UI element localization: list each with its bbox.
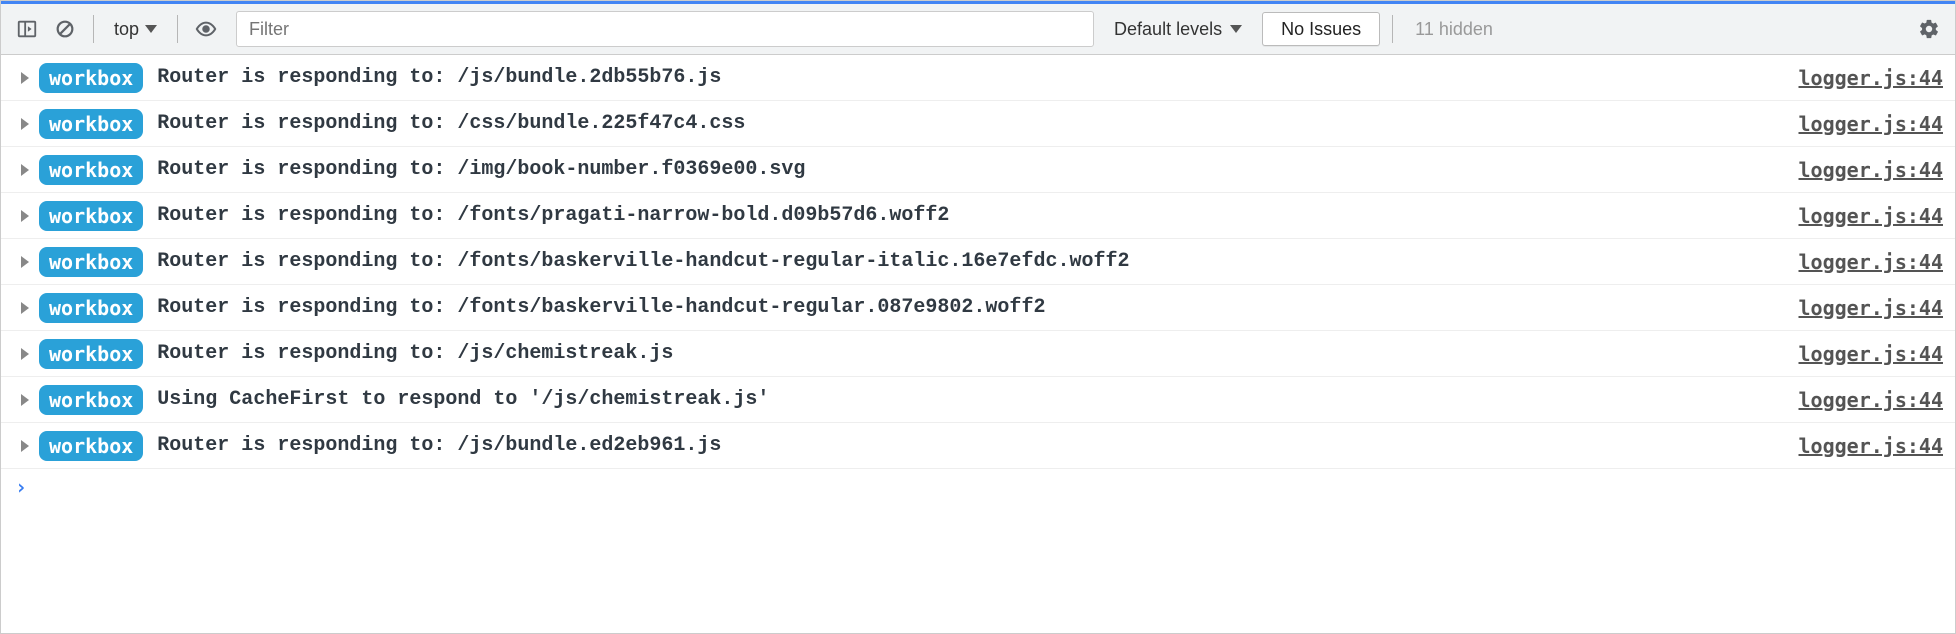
expand-triangle-icon[interactable] — [21, 256, 29, 268]
source-link[interactable]: logger.js:44 — [1799, 250, 1944, 274]
chevron-down-icon — [145, 25, 157, 33]
log-message: Using CacheFirst to respond to '/js/chem… — [157, 388, 1798, 411]
expand-triangle-icon[interactable] — [21, 394, 29, 406]
log-message: Router is responding to: /css/bundle.225… — [157, 112, 1798, 135]
console-settings-button[interactable] — [1913, 13, 1945, 45]
toolbar-divider — [177, 15, 178, 43]
expand-triangle-icon[interactable] — [21, 164, 29, 176]
chevron-down-icon — [1230, 25, 1242, 33]
workbox-badge: workbox — [39, 293, 143, 323]
workbox-badge: workbox — [39, 201, 143, 231]
clear-console-button[interactable] — [49, 13, 81, 45]
source-link[interactable]: logger.js:44 — [1799, 66, 1944, 90]
context-label: top — [114, 19, 139, 40]
expand-triangle-icon[interactable] — [21, 118, 29, 130]
source-link[interactable]: logger.js:44 — [1799, 112, 1944, 136]
console-log-row: workbox Using CacheFirst to respond to '/… — [1, 377, 1955, 423]
source-link[interactable]: logger.js:44 — [1799, 434, 1944, 458]
prompt-caret-icon: › — [15, 475, 27, 499]
source-link[interactable]: logger.js:44 — [1799, 296, 1944, 320]
filter-input[interactable] — [236, 11, 1094, 47]
hidden-messages-count[interactable]: 11 hidden — [1405, 19, 1503, 40]
console-prompt[interactable]: › — [1, 469, 1955, 505]
workbox-badge: workbox — [39, 247, 143, 277]
expand-triangle-icon[interactable] — [21, 348, 29, 360]
console-log-row: workbox Router is responding to: /fonts/b… — [1, 285, 1955, 331]
console-log-row: workbox Router is responding to: /css/bun… — [1, 101, 1955, 147]
console-log-row: workbox Router is responding to: /js/bund… — [1, 423, 1955, 469]
expand-triangle-icon[interactable] — [21, 210, 29, 222]
execution-context-selector[interactable]: top — [106, 19, 165, 40]
console-log-row: workbox Router is responding to: /fonts/b… — [1, 239, 1955, 285]
toolbar-divider — [93, 15, 94, 43]
source-link[interactable]: logger.js:44 — [1799, 158, 1944, 182]
source-link[interactable]: logger.js:44 — [1799, 342, 1944, 366]
toggle-sidebar-button[interactable] — [11, 13, 43, 45]
console-log-row: workbox Router is responding to: /fonts/p… — [1, 193, 1955, 239]
devtools-console-panel: top Default levels No Issues 11 hidden w… — [0, 0, 1956, 634]
log-message: Router is responding to: /js/bundle.2db5… — [157, 66, 1798, 89]
workbox-badge: workbox — [39, 63, 143, 93]
workbox-badge: workbox — [39, 339, 143, 369]
log-message: Router is responding to: /img/book-numbe… — [157, 158, 1798, 181]
expand-triangle-icon[interactable] — [21, 440, 29, 452]
console-log-row: workbox Router is responding to: /img/boo… — [1, 147, 1955, 193]
workbox-badge: workbox — [39, 155, 143, 185]
console-log-list: workbox Router is responding to: /js/bund… — [1, 55, 1955, 469]
expand-triangle-icon[interactable] — [21, 72, 29, 84]
source-link[interactable]: logger.js:44 — [1799, 204, 1944, 228]
expand-triangle-icon[interactable] — [21, 302, 29, 314]
console-toolbar: top Default levels No Issues 11 hidden — [1, 1, 1955, 55]
console-log-area: workbox Router is responding to: /js/bund… — [1, 55, 1955, 633]
workbox-badge: workbox — [39, 109, 143, 139]
issues-button[interactable]: No Issues — [1262, 12, 1380, 46]
console-log-row: workbox Router is responding to: /js/bund… — [1, 55, 1955, 101]
log-message: Router is responding to: /js/chemistreak… — [157, 342, 1798, 365]
log-message: Router is responding to: /fonts/pragati-… — [157, 204, 1798, 227]
log-message: Router is responding to: /fonts/baskervi… — [157, 250, 1798, 273]
log-message: Router is responding to: /fonts/baskervi… — [157, 296, 1798, 319]
workbox-badge: workbox — [39, 385, 143, 415]
toolbar-divider — [1392, 15, 1393, 43]
log-levels-selector[interactable]: Default levels — [1100, 19, 1256, 40]
log-message: Router is responding to: /js/bundle.ed2e… — [157, 434, 1798, 457]
source-link[interactable]: logger.js:44 — [1799, 388, 1944, 412]
live-expression-button[interactable] — [190, 13, 222, 45]
workbox-badge: workbox — [39, 431, 143, 461]
levels-label: Default levels — [1114, 19, 1222, 40]
console-log-row: workbox Router is responding to: /js/chem… — [1, 331, 1955, 377]
